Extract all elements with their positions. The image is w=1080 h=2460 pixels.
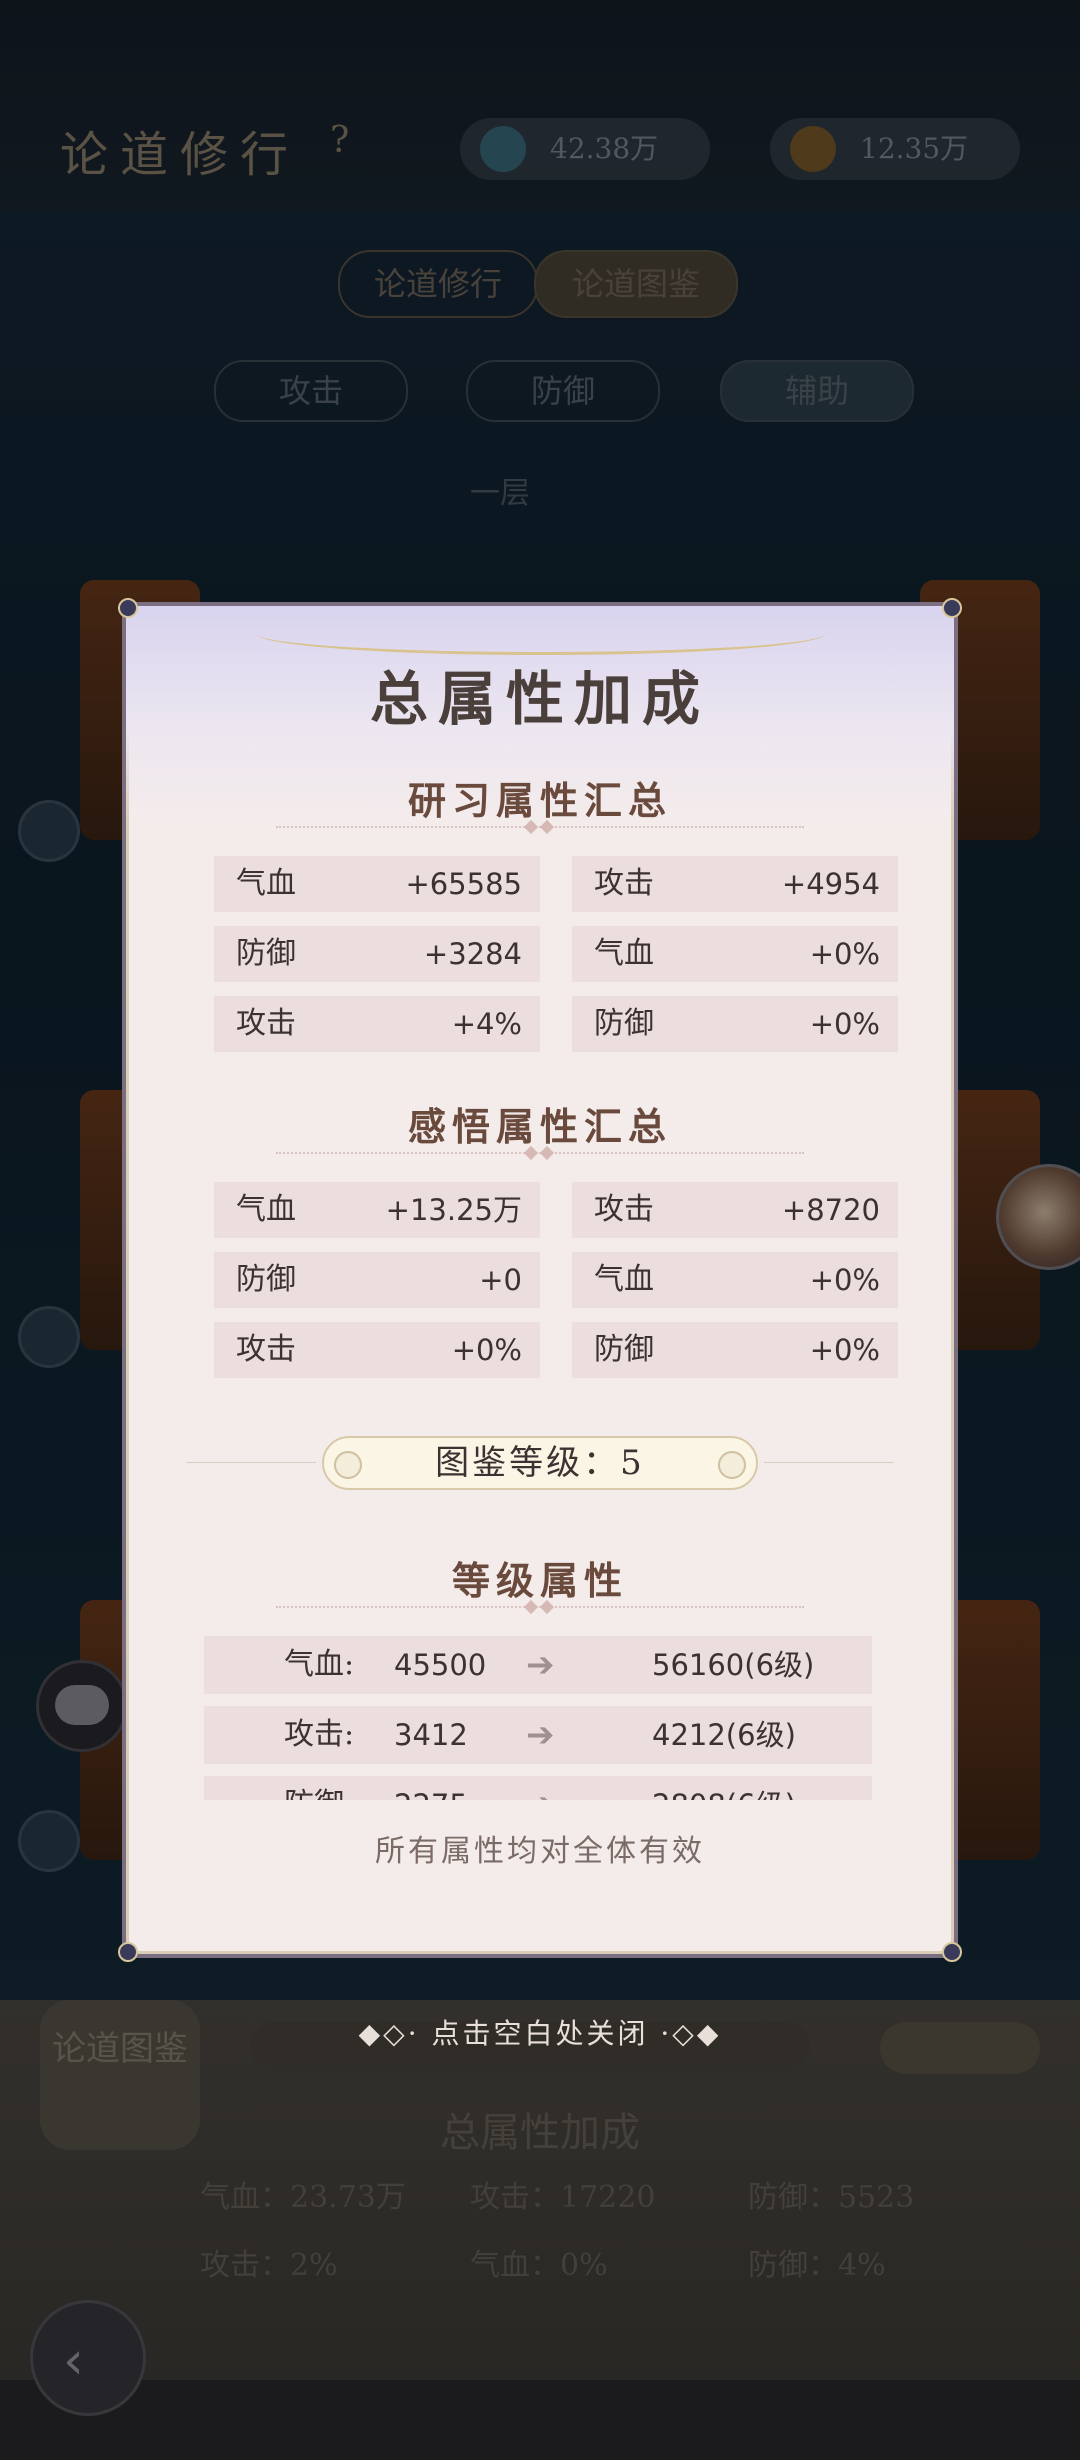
insight-section-title: 感悟属性汇总 [407, 1104, 672, 1149]
corner-ornament [942, 598, 962, 618]
corner-ornament [942, 1942, 962, 1962]
study-stat-attack-percent: 攻击 +4% [214, 996, 540, 1052]
attribute-bonus-dialog: 总属性加成 研习属性汇总 气血 +65585 攻击 +4954 防御 +3284… [118, 598, 962, 1962]
arrow-right-icon: ➔ [526, 1645, 555, 1685]
level-section-title: 等级属性 [451, 1558, 628, 1603]
level-row-defense: 防御: 2275 ➔ 2808(6级) [204, 1776, 872, 1800]
insight-stat-attack-percent: 攻击 +0% [214, 1322, 540, 1378]
dialog-title: 总属性加成 [369, 665, 710, 733]
level-attribute-list[interactable]: 气血: 45500 ➔ 56160(6级) 攻击: 3412 ➔ 4212(6级… [204, 1630, 872, 1800]
study-stat-attack: 攻击 +4954 [572, 856, 898, 912]
insight-stat-hp-percent: 气血 +0% [572, 1252, 898, 1308]
study-stat-hp: 气血 +65585 [214, 856, 540, 912]
corner-ornament [118, 598, 138, 618]
collection-level-banner: 图鉴等级：5 [322, 1436, 758, 1490]
study-section-title: 研习属性汇总 [407, 778, 672, 823]
insight-stat-defense-percent: 防御 +0% [572, 1322, 898, 1378]
banner-line [764, 1462, 894, 1463]
insight-stat-defense: 防御 +0 [214, 1252, 540, 1308]
study-stat-hp-percent: 气血 +0% [572, 926, 898, 982]
study-stat-defense: 防御 +3284 [214, 926, 540, 982]
banner-line [186, 1462, 316, 1463]
study-stat-defense-percent: 防御 +0% [572, 996, 898, 1052]
corner-ornament [118, 1942, 138, 1962]
close-hint[interactable]: ◆◇· 点击空白处关闭 ·◇◆ [0, 2012, 1080, 2052]
banner-ornament-icon [718, 1451, 746, 1479]
arrow-right-icon: ➔ [526, 1776, 555, 1800]
header-ornament [256, 612, 826, 655]
level-row-hp: 气血: 45500 ➔ 56160(6级) [204, 1636, 872, 1694]
banner-ornament-icon [334, 1451, 362, 1479]
insight-stat-attack: 攻击 +8720 [572, 1182, 898, 1238]
all-attributes-note: 所有属性均对全体有效 [375, 1834, 705, 1869]
insight-stat-hp: 气血 +13.25万 [214, 1182, 540, 1238]
level-row-attack: 攻击: 3412 ➔ 4212(6级) [204, 1706, 872, 1764]
arrow-right-icon: ➔ [526, 1715, 555, 1755]
